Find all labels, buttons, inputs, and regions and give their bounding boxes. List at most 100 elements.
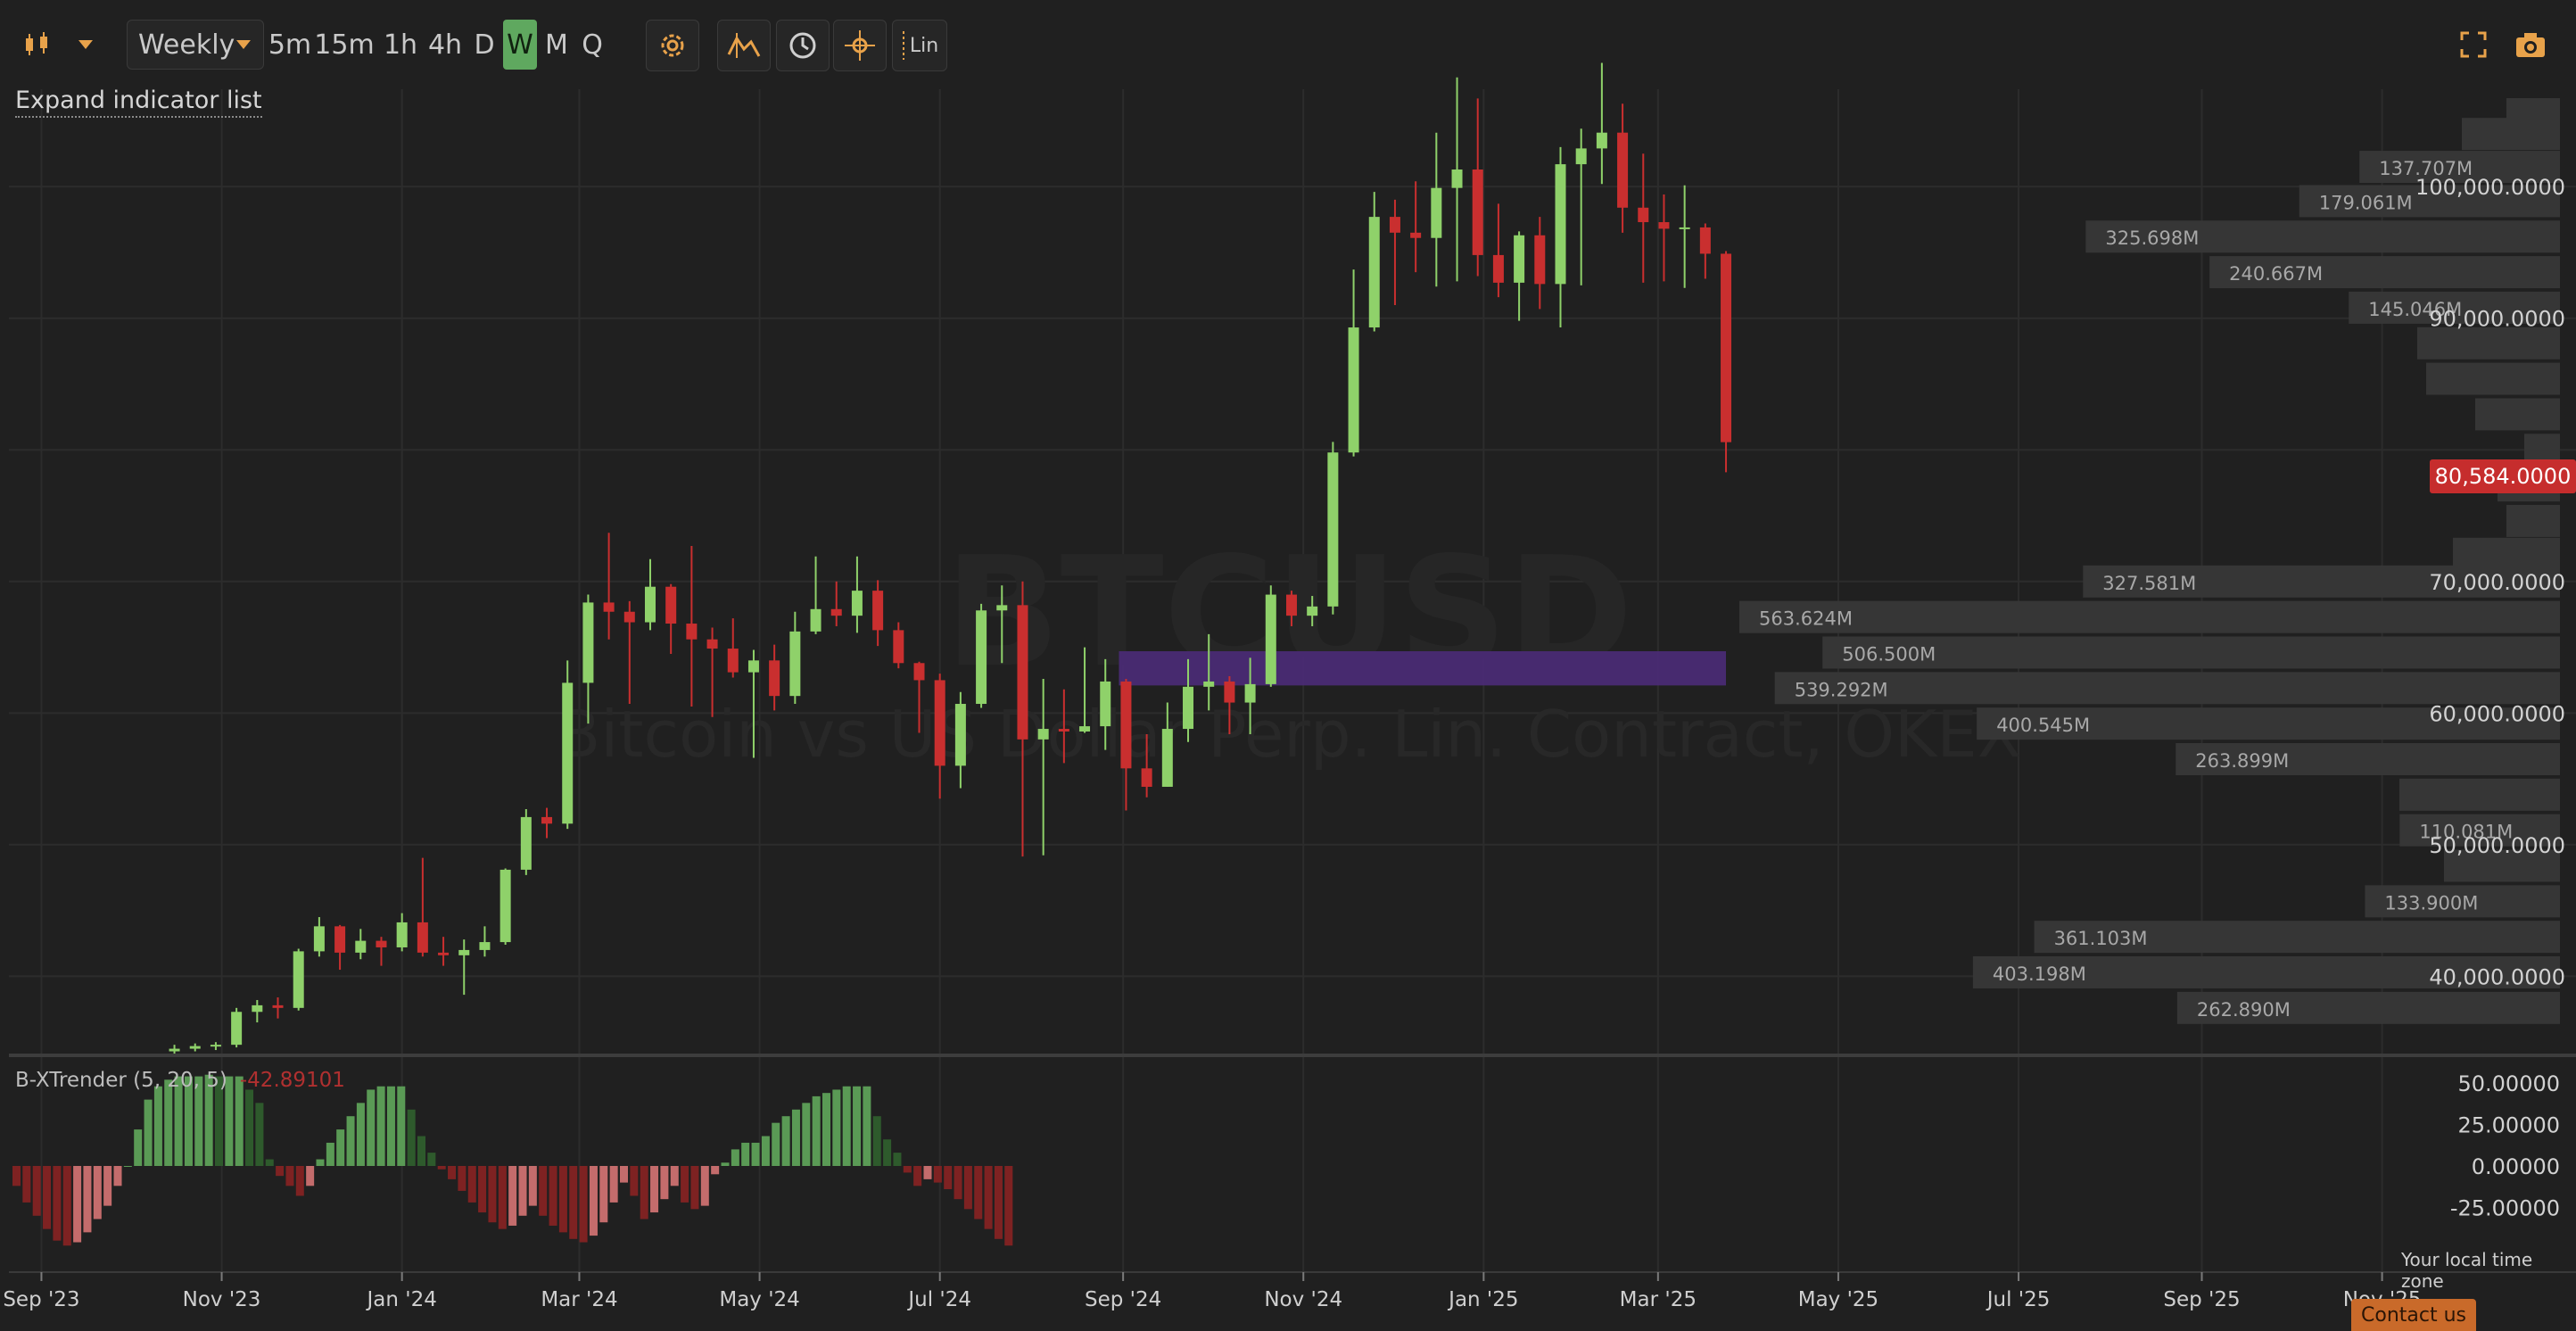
oscillator-bar [336, 1129, 345, 1166]
expand-indicator-list-link[interactable]: Expand indicator list [15, 86, 262, 118]
interval-d-label: D [474, 29, 495, 61]
oscillator-bar [761, 1136, 770, 1166]
fullscreen-button[interactable] [2453, 20, 2494, 70]
oscillator-bar [963, 1166, 972, 1210]
interval-5m-label: 5m [268, 29, 312, 61]
candle-body [1431, 187, 1442, 238]
oscillator-bar [1004, 1166, 1013, 1246]
oscillator-bar [448, 1166, 457, 1179]
interval-q[interactable]: Q [576, 20, 608, 70]
camera-icon [2516, 33, 2545, 57]
candle-body [500, 869, 511, 943]
oscillator-axis-label: 25.00000 [2457, 1113, 2560, 1138]
candle-body [727, 649, 739, 673]
candle-body [1617, 132, 1629, 208]
candle-body [1327, 452, 1339, 607]
candle [562, 660, 574, 830]
current-price-badge: 80,584.0000 [2430, 459, 2576, 493]
oscillator-bar [539, 1166, 548, 1216]
candle-body [851, 591, 863, 616]
screenshot-button[interactable] [2510, 20, 2551, 70]
oscillator-bar [488, 1166, 497, 1223]
interval-w[interactable]: W [503, 20, 537, 70]
volume-profile-label: 361.103M [2054, 928, 2148, 949]
indicator-legend[interactable]: B-XTrender (5, 20, 5) -42.89101 [15, 1069, 345, 1092]
candle-body [458, 949, 470, 955]
chart-type-dropdown[interactable] [70, 20, 102, 70]
candle-body [1679, 227, 1690, 229]
candle-body [1534, 235, 1546, 285]
candle-body [769, 660, 780, 697]
oscillator-bar [681, 1166, 689, 1203]
volume-profile-label: 263.899M [2195, 750, 2289, 772]
candle-body [1183, 686, 1194, 730]
crosshair-button[interactable] [833, 20, 887, 71]
candle [520, 809, 532, 875]
candle-body [686, 624, 698, 640]
volume-profile-label: 327.581M [2102, 573, 2196, 594]
oscillator-bar [417, 1136, 425, 1166]
candle-body [1638, 207, 1649, 223]
candle-body [189, 1046, 201, 1049]
candle-body [252, 1004, 263, 1013]
contact-us-button[interactable]: Contact us [2351, 1299, 2476, 1331]
candle-body [747, 660, 759, 673]
candle-body [231, 1012, 243, 1046]
oscillator-bar [458, 1166, 466, 1191]
oscillator-bar [933, 1166, 942, 1183]
oscillator-bar [620, 1166, 628, 1183]
chart-type-button[interactable] [16, 20, 57, 70]
interval-5m[interactable]: 5m [268, 20, 312, 70]
oscillator-bar [913, 1166, 922, 1186]
oscillator-bar [407, 1109, 416, 1166]
candle-body [1141, 768, 1152, 787]
oscillator-bar [326, 1142, 334, 1166]
oscillator-bar [83, 1166, 92, 1233]
volume-profile-label: 262.890M [2197, 999, 2291, 1021]
oscillator-bar [721, 1162, 730, 1166]
oscillator-bar [32, 1166, 41, 1216]
candle-body [417, 922, 428, 953]
interval-select[interactable]: Weekly [127, 20, 264, 70]
candle [1721, 251, 1732, 473]
indicator-value: -42.89101 [239, 1069, 345, 1092]
time-button[interactable] [776, 20, 830, 71]
oscillator-bar [498, 1166, 507, 1229]
candle-body [872, 591, 884, 631]
price-axis-label: 70,000.0000 [2429, 570, 2565, 595]
oscillator-bar [812, 1095, 821, 1166]
oscillator-bar [731, 1149, 739, 1166]
gear-icon [661, 34, 684, 57]
price-zone-rect [1119, 651, 1726, 686]
scale-lin-button[interactable]: Lin [892, 20, 947, 71]
oscillator-bar [12, 1166, 21, 1186]
interval-1h[interactable]: 1h [380, 20, 421, 70]
time-axis-label: Jul '25 [1986, 1288, 2051, 1311]
interval-m[interactable]: M [541, 20, 573, 70]
interval-4h[interactable]: 4h [425, 20, 466, 70]
candle [1265, 585, 1276, 687]
settings-button[interactable] [646, 20, 699, 71]
oscillator-bar [265, 1159, 274, 1166]
indicators-button[interactable] [717, 20, 771, 71]
interval-15m-label: 15m [314, 29, 375, 61]
interval-d[interactable]: D [469, 20, 500, 70]
volume-profile-label: 325.698M [2105, 227, 2199, 249]
candle-body [954, 704, 966, 766]
clock-icon [789, 32, 816, 59]
candle-body [810, 608, 822, 632]
chart-canvas[interactable]: BTCUSDBitcoin vs US Dollar Perp. Lin. Co… [0, 0, 2576, 1331]
interval-15m[interactable]: 15m [314, 20, 375, 70]
candle-body [830, 608, 842, 616]
candle-body [1451, 169, 1463, 188]
candle-body [169, 1048, 180, 1052]
oscillator-bar [134, 1129, 143, 1166]
oscillator-bar [356, 1103, 365, 1166]
oscillator-bar [741, 1142, 750, 1166]
oscillator-bar [893, 1153, 902, 1166]
volume-profile-label: 240.667M [2229, 263, 2323, 285]
oscillator-bar [123, 1166, 132, 1167]
oscillator-bar [994, 1166, 1003, 1239]
candle-body [293, 951, 304, 1008]
oscillator-bar [549, 1166, 557, 1226]
